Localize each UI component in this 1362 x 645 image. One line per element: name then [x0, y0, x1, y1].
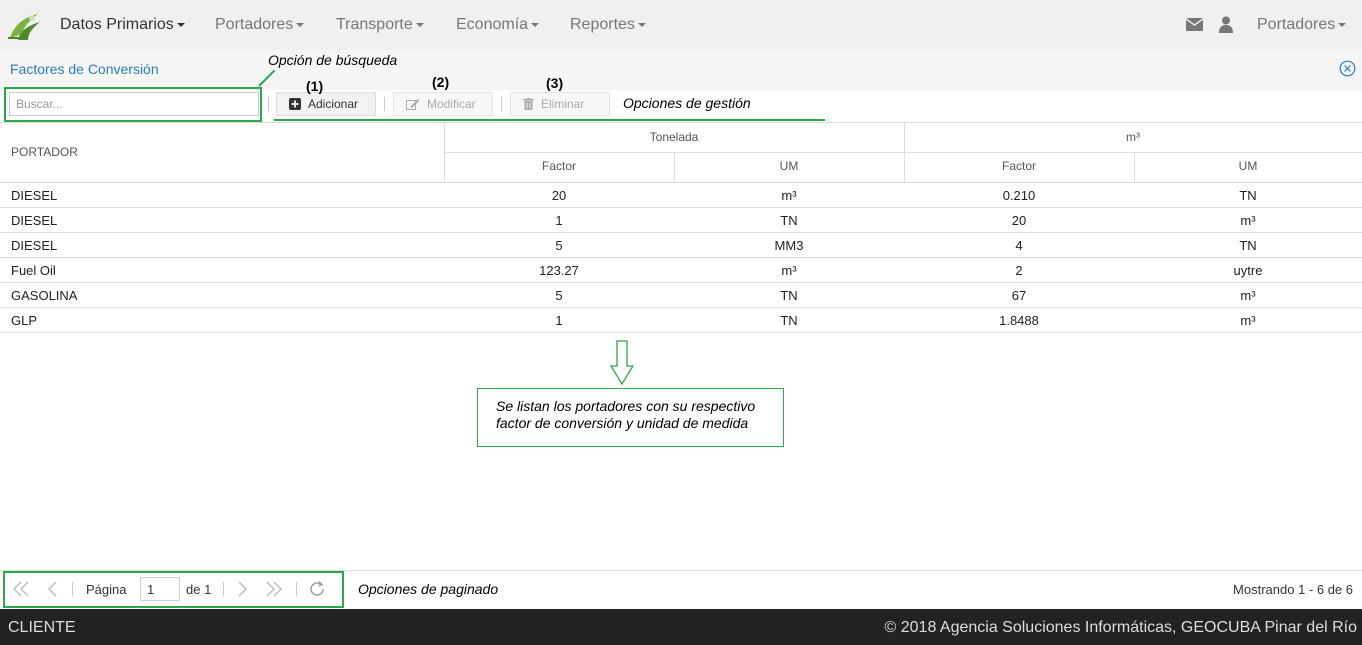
cell-tonelada-um: TN [780, 213, 798, 228]
cell-portador: DIESEL [11, 213, 58, 228]
table-row[interactable]: GLP 1 TN 1.8488 m³ [0, 308, 1362, 333]
cell-m3-um: m³ [1240, 313, 1256, 328]
nav-label: Economía [456, 16, 529, 33]
panel-header [0, 50, 1362, 90]
cell-tonelada-factor: 20 [551, 188, 567, 203]
plus-square-icon [289, 98, 301, 110]
edit-button[interactable]: Modificar [393, 92, 493, 116]
edit-button-label: Modificar [427, 97, 476, 111]
table-row[interactable]: DIESEL 20 m³ 0.210 TN [0, 183, 1362, 208]
table-row[interactable]: DIESEL 5 MM3 4 TN [0, 233, 1362, 258]
search-highlight-box [4, 87, 262, 122]
cell-m3-um: TN [1239, 238, 1257, 253]
column-header-um[interactable]: UM [1134, 159, 1362, 173]
table-row[interactable]: GASOLINA 5 TN 67 m³ [0, 283, 1362, 308]
cell-tonelada-um: MM3 [774, 238, 804, 253]
app-logo-icon[interactable] [4, 8, 44, 44]
management-annotation: Opciones de gestión [623, 95, 751, 111]
cell-tonelada-factor: 1 [555, 313, 563, 328]
search-annotation: Opción de búsqueda [268, 52, 398, 68]
list-annotation-box: Se listan los portadores con su respecti… [477, 388, 784, 447]
user-menu[interactable]: Portadores [1257, 16, 1347, 34]
cell-tonelada-factor: 1 [555, 213, 563, 228]
cell-m3-um: m³ [1240, 213, 1256, 228]
mail-icon[interactable] [1186, 18, 1203, 31]
cell-m3-factor: 67 [1011, 288, 1027, 303]
cell-tonelada-um: m³ [781, 263, 797, 278]
caret-down-icon [415, 22, 424, 27]
nav-label: Datos Primarios [60, 16, 174, 33]
top-navbar [0, 0, 1362, 50]
cell-portador: DIESEL [11, 238, 58, 253]
caret-down-icon [531, 22, 540, 27]
pager-display-message: Mostrando 1 - 6 de 6 [1233, 582, 1353, 597]
delete-button-label: Eliminar [541, 97, 585, 111]
nav-portadores[interactable]: Portadores [215, 16, 305, 34]
cell-m3-factor: 20 [1011, 213, 1027, 228]
toolbar-separator [384, 97, 385, 111]
nav-economia[interactable]: Economía [456, 16, 540, 34]
nav-label: Reportes [570, 16, 635, 33]
list-annotation-line: factor de conversión y unidad de medida [496, 415, 749, 431]
grid-top-border [0, 122, 1362, 123]
management-underline [274, 119, 825, 121]
cell-portador: GLP [11, 313, 38, 328]
cell-tonelada-um: TN [780, 313, 798, 328]
list-annotation-line: Se listan los portadores con su respecti… [496, 398, 756, 414]
cell-portador: DIESEL [11, 188, 58, 203]
add-button-label: Adicionar [308, 97, 359, 111]
cell-tonelada-factor: 5 [555, 288, 563, 303]
cell-tonelada-factor: 123.27 [539, 263, 579, 278]
user-icon[interactable] [1219, 16, 1233, 33]
down-arrow-icon [610, 340, 634, 386]
nav-reportes[interactable]: Reportes [570, 16, 646, 34]
footer: CLIENTE © 2018 Agencia Soluciones Inform… [0, 609, 1362, 645]
nav-label: Transporte [336, 16, 413, 33]
cell-portador: Fuel Oil [11, 263, 56, 278]
caret-down-icon [637, 22, 646, 27]
add-number-label: (1) [306, 78, 324, 94]
cell-m3-factor: 1.8488 [999, 313, 1039, 328]
user-menu-label: Portadores [1257, 16, 1336, 33]
cell-m3-um: m³ [1240, 288, 1256, 303]
cell-m3-um: TN [1239, 188, 1257, 203]
header-divider [444, 152, 1362, 153]
add-button[interactable]: Adicionar [276, 92, 376, 116]
cell-portador: GASOLINA [11, 288, 78, 303]
column-group-m3: m³ [1126, 130, 1140, 144]
table-row[interactable]: DIESEL 1 TN 20 m³ [0, 208, 1362, 233]
table-row[interactable]: Fuel Oil 123.27 m³ 2 uytre [0, 258, 1362, 283]
toolbar-separator [268, 97, 269, 111]
caret-down-icon [1338, 22, 1347, 27]
cell-tonelada-um: m³ [781, 188, 797, 203]
cell-tonelada-um: TN [780, 288, 798, 303]
column-group-tonelada: Tonelada [649, 130, 699, 144]
footer-copyright: © 2018 Agencia Soluciones Informáticas, … [884, 619, 1357, 636]
cell-m3-factor: 2 [1015, 263, 1023, 278]
panel-title: Factores de Conversión [10, 61, 159, 77]
footer-client-label: CLIENTE [8, 619, 76, 636]
cell-m3-factor: 0.210 [1002, 188, 1036, 203]
edit-icon [406, 99, 420, 110]
delete-button[interactable]: Eliminar [510, 92, 610, 116]
close-icon[interactable] [1339, 60, 1356, 77]
nav-datos-primarios[interactable]: Datos Primarios [60, 16, 185, 34]
cell-tonelada-factor: 5 [555, 238, 563, 253]
column-header-factor[interactable]: Factor [904, 159, 1134, 173]
column-header-portador[interactable]: PORTADOR [11, 145, 78, 159]
trash-icon [523, 98, 534, 110]
nav-label: Portadores [215, 16, 294, 33]
delete-number-label: (3) [546, 75, 564, 91]
cell-m3-factor: 4 [1015, 238, 1023, 253]
toolbar-separator [501, 97, 502, 111]
paging-highlight-box [3, 571, 344, 608]
paging-annotation: Opciones de paginado [358, 581, 499, 597]
nav-transporte[interactable]: Transporte [336, 16, 424, 34]
edit-number-label: (2) [432, 74, 450, 90]
column-header-um[interactable]: UM [674, 159, 904, 173]
column-header-factor[interactable]: Factor [444, 159, 674, 173]
caret-down-icon [176, 22, 185, 27]
cell-m3-um: uytre [1233, 263, 1263, 278]
caret-down-icon [296, 22, 305, 27]
